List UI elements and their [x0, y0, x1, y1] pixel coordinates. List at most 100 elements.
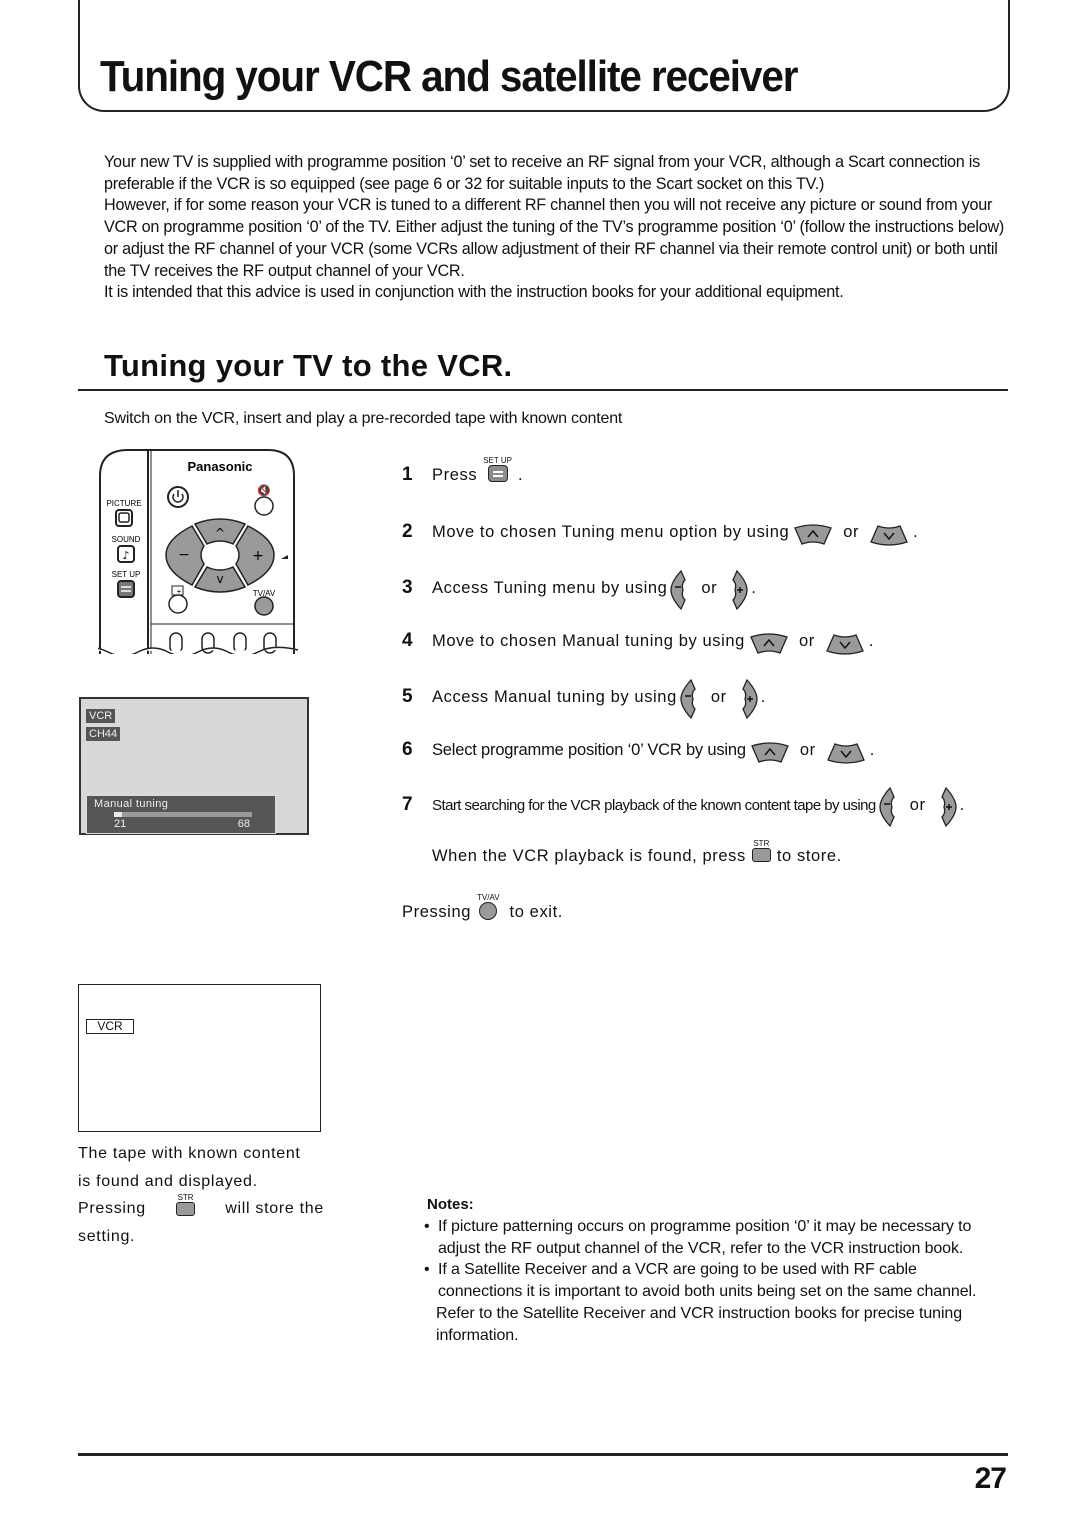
step-1: 1 Press SET UP .	[402, 456, 523, 488]
up-arrow-icon	[750, 633, 788, 654]
plus-button-icon	[940, 787, 957, 827]
osd-tuning-max: 68	[237, 818, 250, 830]
osd-tuning-bar	[114, 812, 252, 817]
sound-label: SOUND	[112, 535, 141, 544]
step-6: 6 Select programme position ‘0’ VCR by u…	[402, 739, 875, 764]
step-number: 3	[402, 577, 413, 598]
notes-title: Notes:	[427, 1196, 474, 1213]
step-text: Select programme position ‘0’ VCR by usi…	[432, 740, 746, 759]
or-text: or	[798, 631, 815, 650]
down-arrow-icon	[825, 634, 864, 655]
tvav-button-inline: TV/AV	[477, 893, 500, 920]
caption-text: will store the	[225, 1200, 324, 1217]
section-divider	[78, 389, 1008, 391]
step-punct: .	[868, 631, 875, 650]
osd-found-screen: VCR	[78, 984, 321, 1132]
down-arrow-icon	[870, 525, 909, 546]
str-button-inline: STR	[751, 839, 771, 862]
tvav-icon	[479, 902, 498, 920]
step-number: 4	[402, 630, 413, 651]
osd-channel-tag: CH44	[86, 727, 121, 741]
section-title: Tuning your TV to the VCR.	[104, 348, 513, 383]
caption-line: The tape with known content	[78, 1145, 301, 1162]
note-item: • If picture patterning occurs on program…	[424, 1216, 1004, 1259]
picture-label: PICTURE	[106, 499, 141, 508]
tvav-button	[254, 596, 274, 616]
caption-text: Pressing	[78, 1200, 146, 1217]
mute-button	[254, 496, 274, 516]
osd-tuning-min: 21	[114, 818, 127, 830]
tvav-button-label: TV/AV	[477, 893, 500, 902]
str-icon	[751, 848, 771, 862]
exit-instruction: Pressing TV/AV to exit.	[402, 893, 563, 926]
svg-text:^: ^	[215, 526, 225, 540]
or-text: or	[843, 522, 860, 541]
step-3: 3 Access Tuning menu by using or .	[402, 568, 757, 610]
step-4: 4 Move to chosen Manual tuning by using …	[402, 630, 875, 655]
step-5: 5 Access Manual tuning by using or .	[402, 677, 766, 719]
or-text: or	[799, 740, 816, 759]
step-text: Press	[432, 465, 478, 484]
intro-text: Your new TV is supplied with programme p…	[104, 152, 1014, 304]
up-arrow-icon	[750, 742, 789, 763]
footer-divider	[78, 1453, 1008, 1456]
intro-paragraph: It is intended that this advice is used …	[104, 283, 844, 302]
or-text: or	[909, 795, 926, 814]
step-text: Access Tuning menu by using	[432, 578, 668, 597]
exit-text: Pressing	[402, 903, 471, 921]
remote-control-illustration: Panasonic PICTURE SOUND ♪ SET UP 🔇 ^ v −…	[77, 446, 300, 668]
osd-source-tag: VCR	[86, 709, 116, 723]
store-text: When the VCR playback is found, press	[432, 847, 746, 865]
step-text: Access Manual tuning by using	[432, 687, 677, 706]
step-number: 6	[402, 739, 413, 760]
step-number: 5	[402, 686, 413, 707]
setup-icon	[487, 465, 508, 482]
store-text-after: to store.	[776, 847, 842, 865]
caption-line: is found and displayed.	[78, 1172, 258, 1190]
caption-line: Pressing STR will store the	[78, 1193, 324, 1223]
str-icon	[176, 1202, 196, 1217]
osd-manual-tuning-screen: VCR CH44 Manual tuning 21 68	[79, 697, 309, 835]
exit-text-after: to exit.	[509, 903, 563, 921]
remote-brand: Panasonic	[187, 459, 252, 474]
step-text: Move to chosen Manual tuning by using	[432, 631, 745, 650]
step-punct: .	[913, 522, 919, 541]
note-text: If picture patterning occurs on programm…	[438, 1218, 972, 1257]
step-punct: .	[959, 795, 965, 814]
up-arrow-icon	[794, 524, 833, 545]
minus-button-icon	[879, 787, 895, 827]
text-button	[168, 594, 188, 614]
note-extra: Refer to the Satellite Receiver and VCR …	[436, 1304, 963, 1344]
note-item: • If a Satellite Receiver and a VCR are g…	[424, 1259, 1004, 1302]
svg-text:+: +	[252, 548, 264, 564]
osd-manual-tuning-panel: Manual tuning 21 68	[86, 795, 276, 834]
or-text: or	[701, 578, 718, 597]
step-7: 7 Start searching for the VCR playback o…	[402, 785, 965, 827]
page-title: Tuning your VCR and satellite receiver	[100, 52, 798, 101]
step-text: Start searching for the VCR playback of …	[432, 796, 876, 814]
intro-paragraph: Your new TV is supplied with programme p…	[104, 153, 980, 193]
setup-button-inline: SET UP	[483, 456, 512, 482]
store-instruction: When the VCR playback is found, press ST…	[432, 839, 842, 868]
or-text: or	[710, 687, 727, 706]
step-punct: .	[869, 740, 875, 759]
step-punct: .	[751, 578, 757, 597]
osd-tuning-bar-fill	[114, 812, 123, 817]
svg-text:−: −	[178, 547, 190, 563]
plus-button-icon	[732, 570, 748, 610]
osd-source-tag: VCR	[86, 1019, 134, 1034]
setup-button-label: SET UP	[483, 456, 512, 465]
screen-caption: The tape with known content is found and…	[78, 1140, 324, 1250]
step-number: 2	[402, 521, 413, 542]
down-arrow-icon	[826, 743, 865, 764]
str-button-label: STR	[177, 1193, 194, 1203]
step-punct: .	[760, 687, 766, 706]
str-button-inline: STR	[176, 1193, 196, 1217]
note-text: If a Satellite Receiver and a VCR are go…	[438, 1261, 977, 1301]
section-subtitle: Switch on the VCR, insert and play a pre…	[104, 410, 623, 427]
minus-button-icon	[670, 570, 687, 610]
mute-icon: 🔇	[257, 484, 271, 497]
step-2: 2 Move to chosen Tuning menu option by u…	[402, 521, 919, 546]
notes-list: • If picture patterning occurs on program…	[424, 1216, 1004, 1346]
str-button-label: STR	[753, 839, 770, 848]
